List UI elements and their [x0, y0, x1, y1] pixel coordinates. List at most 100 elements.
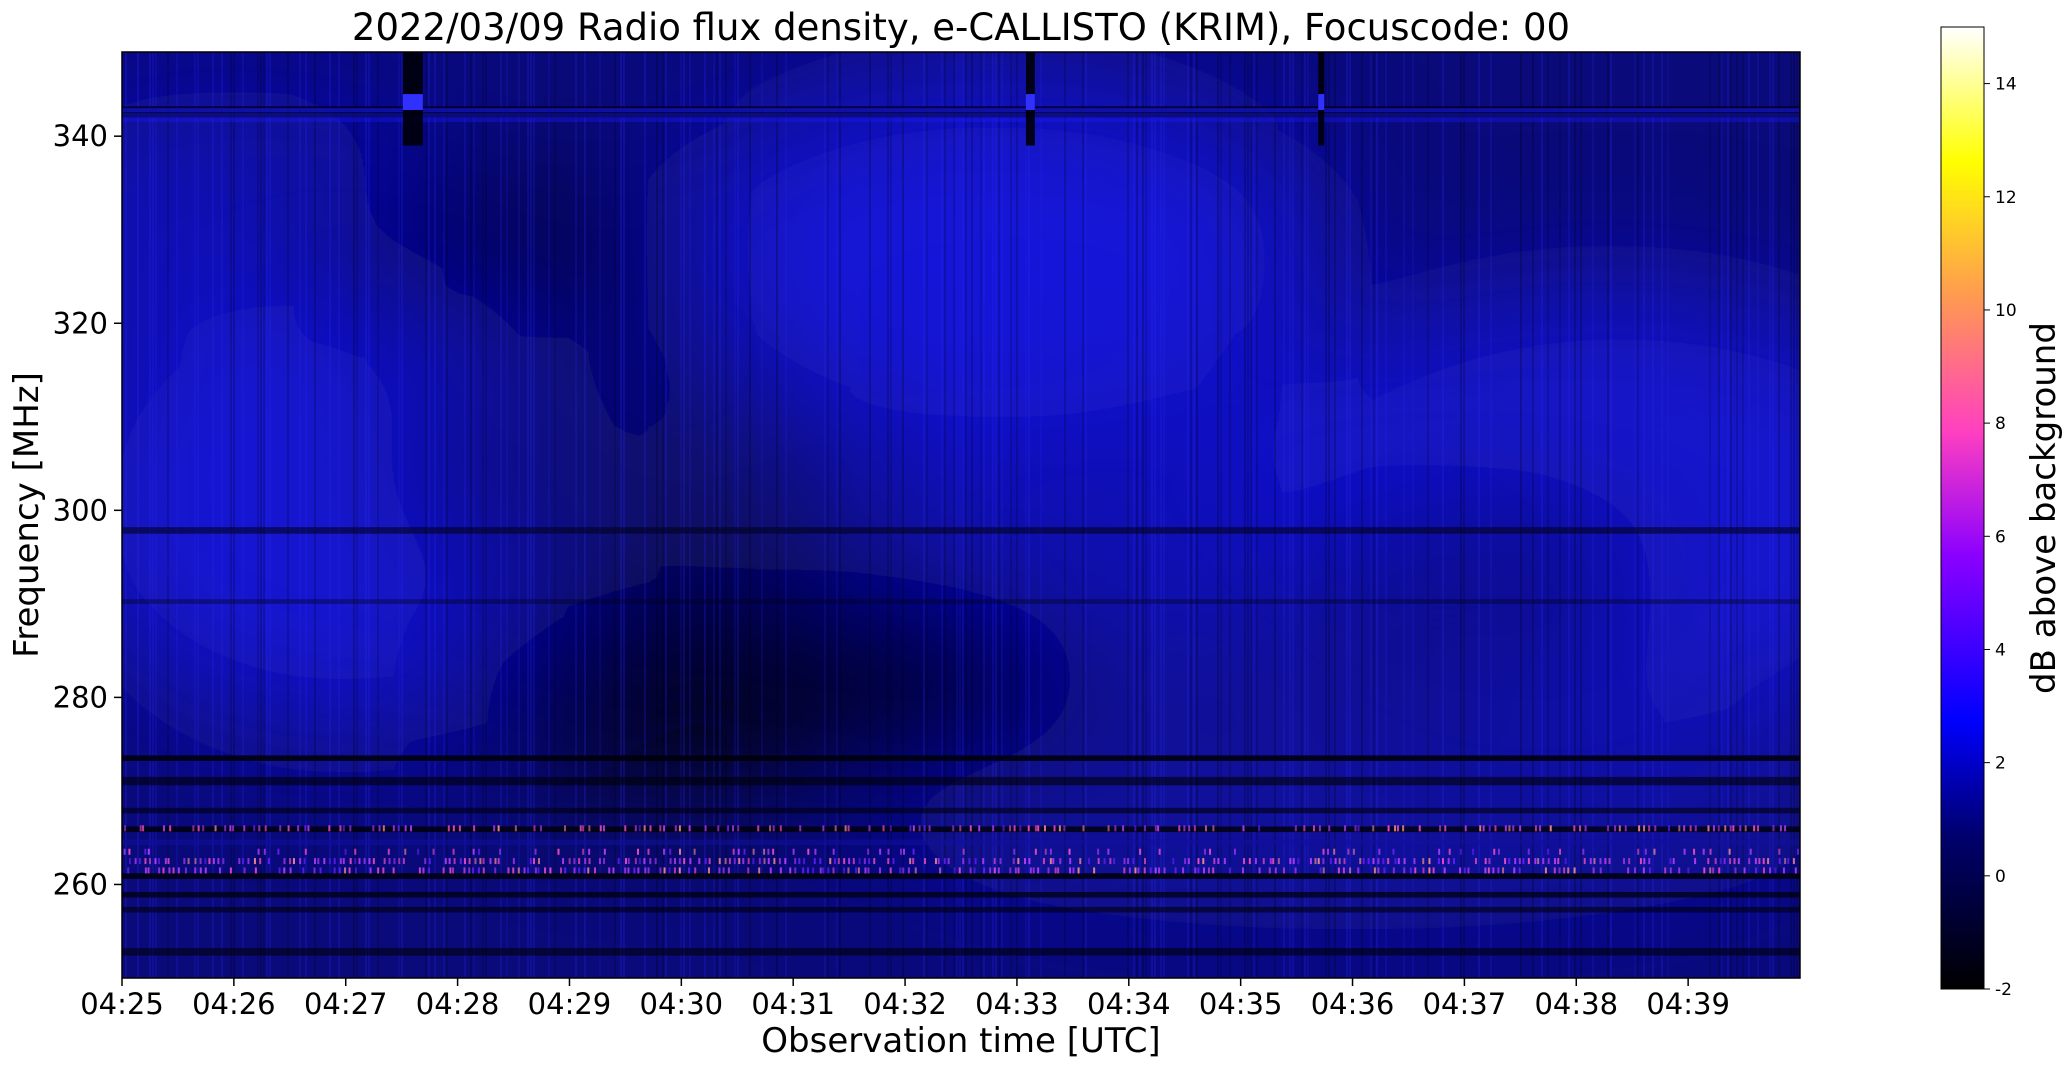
interference-speckle [1342, 867, 1345, 874]
noise-stripe [464, 52, 466, 978]
interference-speckle [1782, 867, 1785, 874]
noise-stripe [614, 52, 616, 978]
interference-speckle [659, 825, 662, 832]
colorbar-tick-label: 6 [1995, 527, 2006, 547]
interference-speckle [319, 867, 322, 874]
interference-speckle [833, 858, 836, 865]
interference-speckle [867, 848, 870, 855]
interference-speckle [417, 848, 420, 855]
interference-speckle [222, 858, 225, 865]
noise-stripe [197, 52, 199, 978]
y-tick-label: 300 [53, 493, 108, 527]
interference-speckle [617, 858, 620, 865]
interference-speckle [758, 858, 761, 865]
noise-stripe [839, 52, 841, 978]
noise-stripe [734, 52, 736, 978]
noise-stripe [962, 52, 964, 978]
frequency-band [122, 807, 1800, 814]
interference-speckle [409, 825, 412, 832]
interference-speckle [1322, 867, 1325, 874]
interference-speckle [668, 867, 671, 874]
interference-speckle [474, 858, 477, 865]
interference-speckle [959, 825, 962, 832]
interference-speckle [1712, 825, 1715, 832]
interference-speckle [164, 858, 167, 865]
interference-speckle [1522, 858, 1525, 865]
interference-speckle [1444, 825, 1447, 832]
noise-stripe [1289, 52, 1291, 978]
interference-speckle [578, 858, 581, 865]
interference-speckle [928, 825, 931, 832]
interference-speckle [1728, 848, 1731, 855]
interference-speckle [1122, 825, 1125, 832]
noise-stripe [1607, 52, 1609, 978]
noise-stripe [125, 52, 127, 978]
interference-speckle [1589, 858, 1592, 865]
noise-stripe [1064, 52, 1066, 978]
interference-speckle [889, 867, 892, 874]
interference-speckle [1403, 858, 1406, 865]
interference-speckle [887, 858, 890, 865]
interference-speckle [822, 867, 825, 874]
interference-speckle [1242, 825, 1245, 832]
burst-spike-core [1025, 94, 1035, 110]
noise-stripe [1085, 52, 1087, 978]
interference-speckle [243, 825, 246, 832]
interference-speckle [763, 848, 766, 855]
interference-speckle [1547, 858, 1550, 865]
interference-speckle [1343, 858, 1346, 865]
interference-speckle [1642, 867, 1645, 874]
interference-speckle [763, 858, 766, 865]
interference-speckle [847, 867, 850, 874]
interference-speckle [742, 858, 745, 865]
interference-speckle [1534, 825, 1537, 832]
interference-speckle [1127, 858, 1130, 865]
interference-speckle [1217, 858, 1220, 865]
interference-speckle [1639, 858, 1642, 865]
interference-speckle [1703, 867, 1706, 874]
interference-speckle [1422, 867, 1425, 874]
interference-speckle [497, 858, 500, 865]
noise-stripe [1748, 52, 1750, 978]
interference-speckle [1128, 867, 1131, 874]
interference-speckle [1608, 858, 1611, 865]
interference-speckle [1488, 825, 1491, 832]
interference-speckle [192, 825, 195, 832]
interference-speckle [458, 825, 461, 832]
interference-speckle [1494, 825, 1497, 832]
interference-speckle [147, 867, 150, 874]
interference-speckle [1193, 825, 1196, 832]
interference-speckle [468, 858, 471, 865]
interference-speckle [1347, 848, 1350, 855]
interference-speckle [199, 858, 202, 865]
interference-speckle [969, 825, 972, 832]
interference-speckle [887, 848, 890, 855]
interference-speckle [289, 867, 292, 874]
interference-speckle [903, 848, 906, 855]
noise-stripe [890, 52, 892, 978]
noise-stripe [1244, 52, 1246, 978]
interference-speckle [1502, 867, 1505, 874]
interference-speckle [737, 825, 740, 832]
interference-speckle [678, 858, 681, 865]
interference-speckle [279, 825, 282, 832]
interference-speckle [349, 825, 352, 832]
interference-speckle [169, 825, 172, 832]
interference-speckle [1377, 867, 1380, 874]
noise-stripe [1580, 52, 1582, 978]
interference-speckle [1017, 867, 1020, 874]
noise-stripe [704, 52, 706, 978]
interference-speckle [1737, 858, 1740, 865]
interference-speckle [304, 825, 307, 832]
interference-speckle [573, 867, 576, 874]
interference-speckle [1338, 858, 1341, 865]
interference-speckle [392, 867, 395, 874]
interference-speckle [1344, 825, 1347, 832]
interference-speckle [447, 825, 450, 832]
noise-stripe [1196, 52, 1198, 978]
interference-speckle [1327, 848, 1330, 855]
x-tick-label: 04:39 [1646, 987, 1730, 1021]
interference-speckle [1178, 825, 1181, 832]
interference-speckle [452, 848, 455, 855]
noise-stripe [221, 52, 223, 978]
